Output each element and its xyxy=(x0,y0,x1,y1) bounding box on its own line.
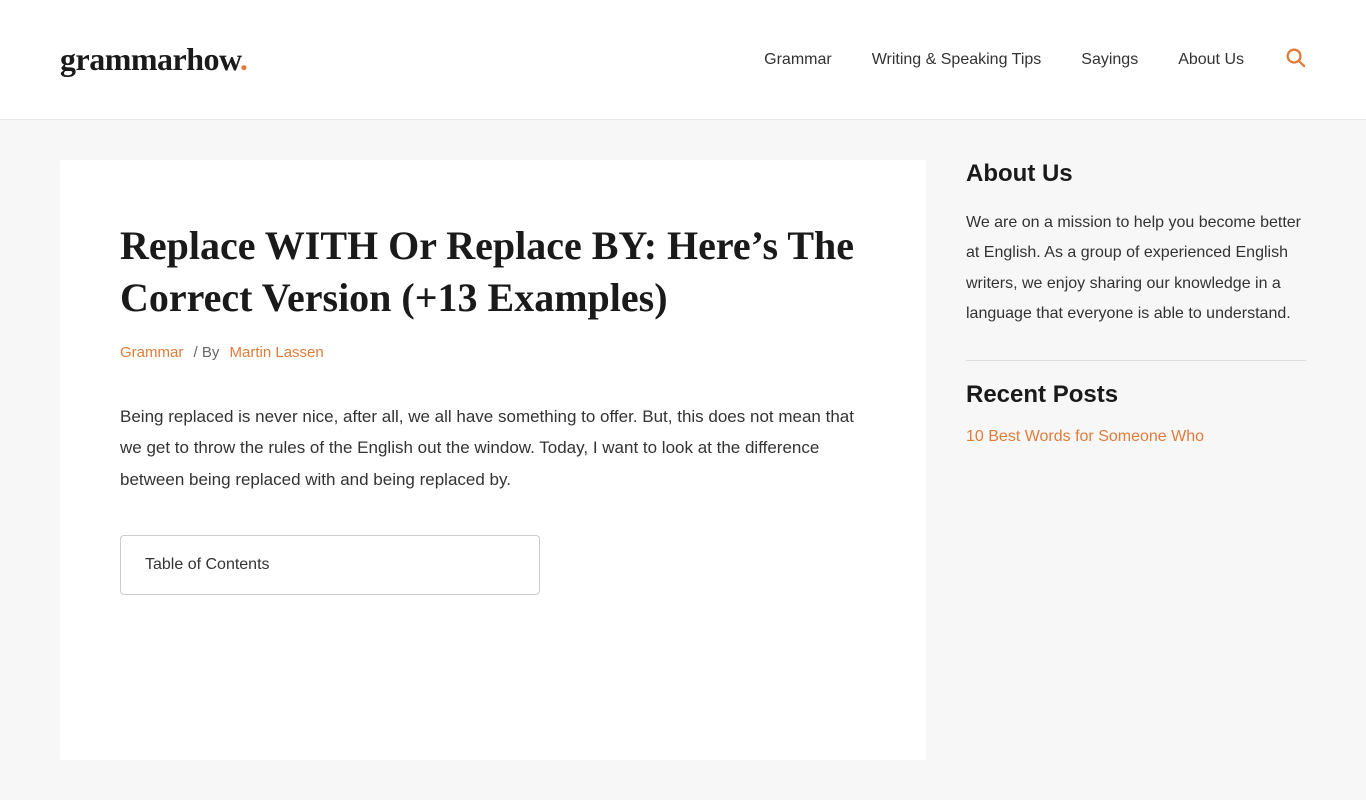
article-meta: Grammar / By Martin Lassen xyxy=(120,344,866,361)
article-author[interactable]: Martin Lassen xyxy=(230,344,324,361)
sidebar-about-heading: About Us xyxy=(966,160,1306,188)
sidebar-divider xyxy=(966,360,1306,361)
sidebar-about-section: About Us We are on a mission to help you… xyxy=(966,160,1306,330)
nav-item-writing[interactable]: Writing & Speaking Tips xyxy=(872,51,1042,69)
page-wrapper: Replace WITH Or Replace BY: Here’s The C… xyxy=(0,120,1366,800)
sidebar-about-text: We are on a mission to help you become b… xyxy=(966,208,1306,330)
sidebar-recent-posts-heading: Recent Posts xyxy=(966,381,1306,409)
main-nav: Grammar Writing & Speaking Tips Sayings … xyxy=(764,46,1306,74)
search-icon[interactable] xyxy=(1284,46,1306,74)
article-meta-separator: / By xyxy=(194,344,220,361)
sidebar-recent-posts-section: Recent Posts 10 Best Words for Someone W… xyxy=(966,381,1306,449)
article-card: Replace WITH Or Replace BY: Here’s The C… xyxy=(60,160,926,760)
table-of-contents: Table of Contents xyxy=(120,535,540,595)
nav-item-about[interactable]: About Us xyxy=(1178,51,1244,69)
main-content: Replace WITH Or Replace BY: Here’s The C… xyxy=(60,160,926,760)
article-title: Replace WITH Or Replace BY: Here’s The C… xyxy=(120,220,866,324)
recent-post-link-1[interactable]: 10 Best Words for Someone Who xyxy=(966,428,1204,445)
article-category[interactable]: Grammar xyxy=(120,344,183,361)
sidebar: About Us We are on a mission to help you… xyxy=(966,160,1306,760)
nav-item-sayings[interactable]: Sayings xyxy=(1081,51,1138,69)
nav-item-grammar[interactable]: Grammar xyxy=(764,51,832,69)
site-logo[interactable]: grammarhow. xyxy=(60,41,247,78)
site-header: grammarhow. Grammar Writing & Speaking T… xyxy=(0,0,1366,120)
logo-text: grammarhow xyxy=(60,41,240,77)
article-intro: Being replaced is never nice, after all,… xyxy=(120,401,866,495)
toc-title: Table of Contents xyxy=(145,556,270,573)
logo-dot: . xyxy=(240,41,248,77)
